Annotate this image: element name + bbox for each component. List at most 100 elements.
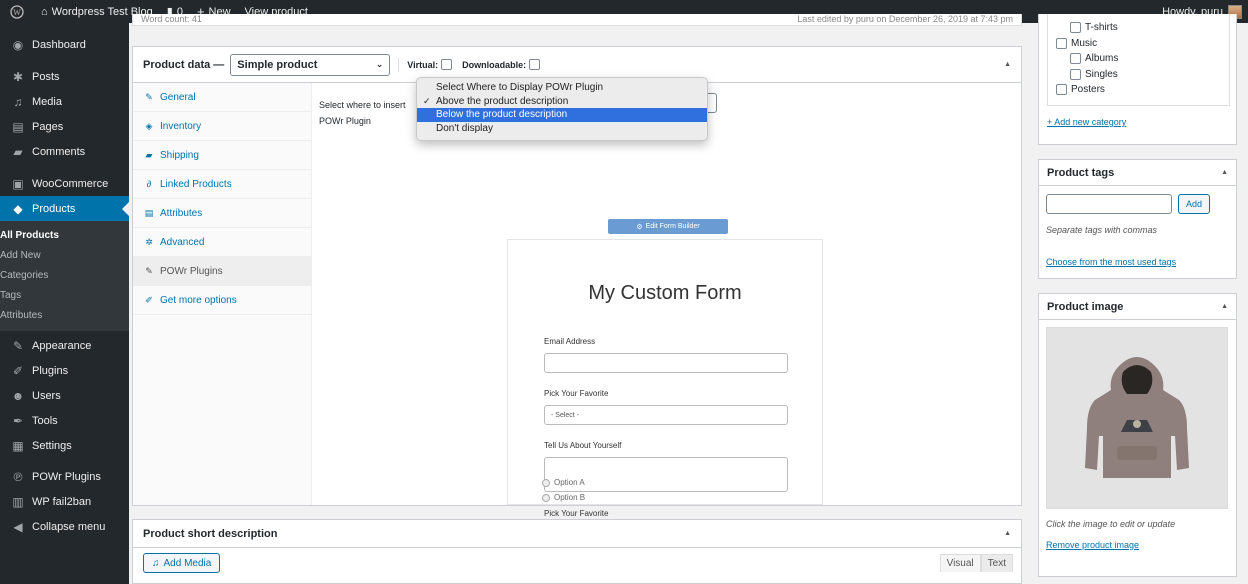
- collapse-toggle-icon[interactable]: ▲: [1221, 169, 1228, 176]
- tab-inventory[interactable]: ◈ Inventory: [133, 112, 311, 141]
- list-icon: ▤: [144, 207, 154, 218]
- divider: [398, 57, 400, 72]
- sidebar-item-woocommerce[interactable]: ▣ WooCommerce: [0, 171, 129, 196]
- tab-label: General: [160, 91, 196, 103]
- sidebar-item-users[interactable]: ☻ Users: [0, 383, 129, 408]
- image-hint: Click the image to edit or update: [1046, 519, 1176, 529]
- add-tag-button[interactable]: Add: [1178, 194, 1210, 214]
- submenu-tags[interactable]: Tags: [0, 285, 129, 305]
- email-field[interactable]: [544, 353, 788, 373]
- category-checkbox[interactable]: [1070, 22, 1081, 34]
- sidebar-item-media[interactable]: ♫ Media: [0, 89, 129, 114]
- plugin-icon: ✐: [12, 363, 24, 378]
- about-label: Tell Us About Yourself: [544, 441, 622, 450]
- insert-location-dropdown: Select Where to Display POWr Plugin ✓ Abo…: [416, 77, 708, 141]
- collapse-menu-button[interactable]: ◀ Collapse menu: [0, 514, 129, 539]
- short-description-header: Product short description ▲: [133, 520, 1021, 548]
- sidebar-item-dashboard[interactable]: ◉ Dashboard: [0, 32, 129, 57]
- sidebar-item-products[interactable]: ◆ Products: [0, 196, 129, 221]
- sidebar-item-tools[interactable]: ✒ Tools: [0, 408, 129, 433]
- option-label: Select Where to Display POWr Plugin: [436, 82, 604, 94]
- tab-powr-plugins[interactable]: ✎ POWr Plugins: [133, 257, 311, 286]
- category-checkbox[interactable]: [1070, 53, 1081, 65]
- collapse-toggle-icon[interactable]: ▲: [1004, 61, 1011, 68]
- category-posters[interactable]: Posters: [1048, 82, 1229, 98]
- choose-most-used-tags-link[interactable]: Choose from the most used tags: [1046, 257, 1176, 267]
- sidebar-item-powr-plugins[interactable]: ℗ POWr Plugins: [0, 464, 129, 489]
- radio-option-a[interactable]: Option A: [542, 478, 585, 487]
- sidebar-item-posts[interactable]: ✱ Posts: [0, 64, 129, 89]
- radio-option-b[interactable]: Option B: [542, 493, 585, 502]
- collapse-toggle-icon[interactable]: ▲: [1004, 530, 1011, 537]
- tab-advanced[interactable]: ✲ Advanced: [133, 228, 311, 257]
- category-music[interactable]: Music: [1048, 36, 1229, 52]
- tab-shipping[interactable]: ▰ Shipping: [133, 141, 311, 170]
- add-new-category-link[interactable]: + Add new category: [1047, 117, 1126, 127]
- favorite-select[interactable]: - Select -: [544, 405, 788, 425]
- wordpress-logo-button[interactable]: W: [0, 0, 34, 23]
- media-icon: ♫: [152, 557, 160, 569]
- submenu-label: Add New: [0, 249, 41, 261]
- dropdown-option-above[interactable]: ✓ Above the product description: [417, 95, 707, 109]
- downloadable-checkbox[interactable]: [529, 59, 541, 70]
- tab-label: Advanced: [160, 236, 205, 248]
- product-tags-box: Product tags ▲ Add Separate tags with co…: [1038, 159, 1237, 279]
- word-count: Word count: 41: [141, 14, 202, 24]
- category-albums[interactable]: Albums: [1048, 51, 1229, 67]
- remove-product-image-link[interactable]: Remove product image: [1046, 540, 1139, 550]
- product-type-select[interactable]: Simple product ⌄: [230, 53, 391, 76]
- tab-visual[interactable]: Visual: [939, 554, 981, 572]
- category-checkbox[interactable]: [1070, 68, 1081, 80]
- edit-form-builder-label: Edit Form Builder: [645, 223, 700, 230]
- product-tags-header: Product tags ▲: [1039, 160, 1236, 186]
- wrench-icon: ✎: [145, 265, 153, 276]
- sidebar-item-wp-fail2ban[interactable]: ▥ WP fail2ban: [0, 489, 129, 514]
- dropdown-option-placeholder[interactable]: Select Where to Display POWr Plugin: [417, 81, 707, 95]
- sidebar-item-comments[interactable]: ▰ Comments: [0, 139, 129, 164]
- tab-linked-products[interactable]: ∂ Linked Products: [133, 170, 311, 199]
- sidebar-item-appearance[interactable]: ✎ Appearance: [0, 333, 129, 358]
- category-singles[interactable]: Singles: [1048, 67, 1229, 83]
- submenu-all-products[interactable]: All Products: [0, 225, 129, 245]
- insert-label-line2: POWr Plugin: [319, 116, 371, 126]
- sidebar-item-settings[interactable]: ▦ Settings: [0, 433, 129, 458]
- wrench-icon: ✒: [12, 413, 24, 428]
- option-label: Below the product description: [436, 109, 568, 121]
- tab-general[interactable]: ✎ General: [133, 83, 311, 112]
- product-image-thumbnail[interactable]: [1046, 327, 1228, 509]
- tab-text[interactable]: Text: [980, 554, 1013, 572]
- comment-icon: ▰: [13, 144, 23, 159]
- editor-mode-tabs: Visual Text: [939, 554, 1013, 572]
- virtual-checkbox[interactable]: [441, 59, 453, 70]
- sidebar-item-pages[interactable]: ▤ Pages: [0, 114, 129, 139]
- admin-sidebar: ◉ Dashboard ✱ Posts ♫ Media ▤ Pages ▰ Comment…: [0, 23, 129, 584]
- category-checkbox[interactable]: [1056, 37, 1067, 49]
- dropdown-option-below[interactable]: Below the product description: [417, 108, 707, 122]
- product-data-tabs: ✎ General ◈ Inventory ▰ Shipping ∂ Linked Pr…: [133, 83, 312, 505]
- category-list: T-shirts Music Albums Singles Posters: [1047, 14, 1230, 106]
- fail2ban-icon: ▥: [12, 494, 24, 509]
- tab-attributes[interactable]: ▤ Attributes: [133, 199, 311, 228]
- sidebar-item-label: Products: [32, 202, 76, 215]
- short-description-title: Product short description: [143, 527, 278, 540]
- tab-get-more-options[interactable]: ✐ Get more options: [133, 286, 311, 315]
- submenu-attributes[interactable]: Attributes: [0, 305, 129, 325]
- edit-form-builder-button[interactable]: ⚙ Edit Form Builder: [608, 219, 728, 234]
- powr-icon: ℗: [13, 469, 23, 484]
- submenu-categories[interactable]: Categories: [0, 265, 129, 285]
- category-label: Posters: [1071, 84, 1105, 96]
- add-media-button[interactable]: ♫ Add Media: [143, 553, 221, 573]
- collapse-toggle-icon[interactable]: ▲: [1221, 303, 1228, 310]
- sidebar-item-label: Tools: [32, 414, 58, 427]
- tag-input[interactable]: [1046, 194, 1172, 214]
- wordpress-icon: W: [7, 4, 27, 19]
- dropdown-option-dont-display[interactable]: Don't display: [417, 122, 707, 136]
- sidebar-item-label: Posts: [32, 70, 60, 83]
- category-checkbox[interactable]: [1056, 84, 1067, 96]
- sidebar-item-plugins[interactable]: ✐ Plugins: [0, 358, 129, 383]
- tab-label: POWr Plugins: [160, 265, 223, 277]
- submenu-add-new[interactable]: Add New: [0, 245, 129, 265]
- sidebar-item-label: Dashboard: [32, 38, 86, 51]
- radio-icon: [542, 478, 550, 487]
- category-t-shirts[interactable]: T-shirts: [1048, 20, 1229, 36]
